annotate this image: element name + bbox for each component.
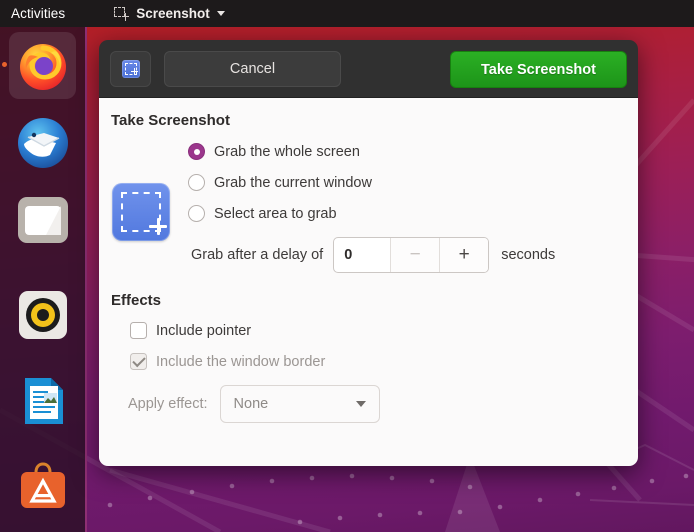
screenshot-dashed-icon bbox=[114, 6, 130, 21]
screenshot-mode-icon-button[interactable] bbox=[110, 50, 151, 87]
ubuntu-software-icon bbox=[20, 461, 65, 508]
dock-item-firefox[interactable] bbox=[2, 32, 76, 99]
activities-button[interactable]: Activities bbox=[11, 6, 65, 21]
chevron-down-icon bbox=[216, 11, 225, 16]
app-menu-label: Screenshot bbox=[136, 6, 210, 21]
thunderbird-icon bbox=[17, 117, 68, 168]
dock-item-libreoffice-writer[interactable] bbox=[9, 367, 76, 434]
cancel-button[interactable]: Cancel bbox=[164, 50, 341, 87]
checkbox-label-include-window-border: Include the window border bbox=[156, 353, 326, 370]
dialog-header-bar: Cancel Take Screenshot bbox=[99, 40, 638, 98]
apply-effect-select[interactable]: None bbox=[219, 385, 380, 423]
dialog-body: Take Screenshot Grab the whole screen Gr… bbox=[99, 98, 638, 466]
libreoffice-writer-icon bbox=[24, 377, 63, 424]
take-screenshot-button[interactable]: Take Screenshot bbox=[450, 51, 627, 88]
radio-row-select-area[interactable]: Select area to grab bbox=[188, 198, 638, 229]
checkbox-include-window-border bbox=[130, 353, 147, 370]
dock bbox=[0, 27, 87, 532]
firefox-icon bbox=[19, 43, 66, 90]
top-panel: Activities Screenshot bbox=[0, 0, 694, 27]
rhythmbox-icon bbox=[18, 290, 67, 339]
radio-select-area[interactable] bbox=[188, 205, 205, 222]
screenshot-area-icon bbox=[112, 183, 170, 241]
delay-input[interactable]: 0 bbox=[334, 238, 390, 272]
chevron-down-icon bbox=[355, 401, 366, 407]
screenshot-dialog: Cancel Take Screenshot Take Screenshot G… bbox=[99, 40, 638, 466]
radio-row-current-window[interactable]: Grab the current window bbox=[188, 167, 638, 198]
delay-decrement-button[interactable]: − bbox=[390, 238, 440, 272]
delay-spinner[interactable]: 0 − + bbox=[333, 237, 490, 273]
apply-effect-label: Apply effect: bbox=[128, 396, 208, 412]
checkbox-include-pointer[interactable] bbox=[130, 322, 147, 339]
radio-current-window[interactable] bbox=[188, 174, 205, 191]
checkbox-row-include-pointer[interactable]: Include pointer bbox=[130, 315, 638, 346]
delay-label: Grab after a delay of bbox=[191, 247, 324, 263]
dock-item-files[interactable] bbox=[9, 186, 76, 253]
running-indicator-firefox bbox=[2, 62, 7, 67]
delay-increment-button[interactable]: + bbox=[439, 238, 489, 272]
radio-label-select-area: Select area to grab bbox=[214, 205, 337, 222]
radio-whole-screen[interactable] bbox=[188, 143, 205, 160]
delay-row: Grab after a delay of 0 − + seconds bbox=[191, 236, 638, 274]
app-menu-screenshot[interactable]: Screenshot bbox=[114, 6, 225, 21]
effects-section-title: Effects bbox=[111, 292, 162, 309]
delay-unit-label: seconds bbox=[501, 247, 556, 263]
apply-effect-row: Apply effect: None bbox=[128, 381, 638, 427]
screenshot-blue-icon bbox=[121, 59, 140, 78]
take-screenshot-section-title: Take Screenshot bbox=[111, 112, 230, 129]
dock-item-ubuntu-software[interactable] bbox=[9, 452, 76, 519]
files-icon bbox=[17, 196, 68, 243]
apply-effect-value: None bbox=[233, 396, 269, 412]
radio-row-whole-screen[interactable]: Grab the whole screen bbox=[188, 136, 638, 167]
dock-item-rhythmbox[interactable] bbox=[9, 281, 76, 348]
radio-label-whole-screen: Grab the whole screen bbox=[214, 143, 360, 160]
checkbox-label-include-pointer: Include pointer bbox=[156, 322, 252, 339]
checkbox-row-include-window-border: Include the window border bbox=[130, 346, 638, 377]
dock-item-thunderbird[interactable] bbox=[9, 109, 76, 176]
radio-label-current-window: Grab the current window bbox=[214, 174, 372, 191]
